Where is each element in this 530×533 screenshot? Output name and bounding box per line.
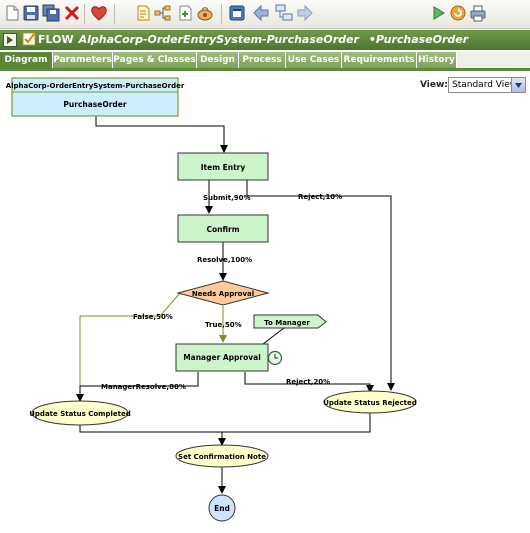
connector-to-manager[interactable]	[262, 327, 285, 345]
clock-icon	[267, 350, 283, 366]
restore-window-icon[interactable]	[228, 4, 246, 22]
start-title: AlphaCorp-OrderEntrySystem-PurchaseOrder	[6, 82, 185, 90]
assignment-item-entry[interactable]: Item Entry	[177, 152, 269, 181]
tab-requirements[interactable]: Requirements	[342, 52, 417, 68]
submit-label: Submit,90%	[203, 194, 251, 202]
printer-icon[interactable]	[469, 4, 487, 22]
tab-process[interactable]: Process	[239, 52, 286, 68]
end-label: End	[214, 504, 230, 513]
document-properties-icon[interactable]	[134, 4, 152, 22]
resolve-label: Resolve,100%	[197, 256, 252, 264]
heart-icon[interactable]	[90, 4, 108, 22]
assignment-manager-approval[interactable]: Manager Approval	[175, 343, 269, 372]
add-page-icon[interactable]	[176, 4, 194, 22]
tab-design[interactable]: Design	[197, 52, 239, 68]
start-subtitle: PurchaseOrder	[63, 100, 126, 109]
connector-completed-to-note[interactable]	[79, 425, 226, 446]
tab-history[interactable]: History	[417, 52, 457, 68]
tab-diagram[interactable]: Diagram	[0, 52, 53, 68]
confirm-label: Confirm	[206, 225, 239, 234]
toolbar	[0, 0, 530, 29]
needs-approval-label: Needs Approval	[192, 290, 254, 298]
collapse-toggle-icon[interactable]	[3, 33, 17, 47]
assignment-confirm[interactable]: Confirm	[177, 214, 269, 243]
toolbar-separator	[84, 4, 85, 24]
reject-10-label: Reject,10%	[298, 193, 342, 201]
end-shape[interactable]: End	[208, 494, 236, 522]
router-to-manager[interactable]: To Manager	[253, 314, 327, 329]
reject-20-label: Reject,20%	[286, 378, 330, 386]
delete-x-icon[interactable]	[63, 4, 81, 22]
class-name: •PurchaseOrder	[368, 33, 469, 46]
flow-diagram-canvas: AlphaCorp-OrderEntrySystem-PurchaseOrder…	[0, 71, 530, 529]
refresh-icon[interactable]	[449, 4, 467, 22]
flow-name: AlphaCorp-OrderEntrySystem-PurchaseOrder	[78, 33, 359, 46]
forward-arrow-icon[interactable]	[296, 4, 314, 22]
save-icon[interactable]	[22, 4, 40, 22]
start-shape[interactable]: AlphaCorp-OrderEntrySystem-PurchaseOrder…	[6, 77, 185, 117]
connector-start-to-item-entry[interactable]	[95, 116, 228, 153]
update-completed-label: Update Status Completed	[29, 410, 131, 418]
manager-resolve-label: ManagerResolve,80%	[101, 383, 186, 391]
connector-rejected-to-note[interactable]	[222, 413, 371, 433]
toolbar-separator	[221, 4, 222, 24]
true-50-label: True,50%	[205, 321, 242, 329]
back-arrow-icon[interactable]	[252, 4, 270, 22]
tab-use-cases[interactable]: Use Cases	[286, 52, 342, 68]
false-50-label: False,50%	[133, 313, 173, 321]
utility-set-confirmation-note[interactable]: Set Confirmation Note	[175, 444, 269, 468]
tab-bar: Diagram Parameters Pages & Classes Desig…	[0, 52, 530, 71]
set-confirmation-label: Set Confirmation Note	[178, 453, 266, 461]
play-icon[interactable]	[429, 4, 447, 22]
decision-needs-approval[interactable]: Needs Approval	[176, 280, 270, 306]
pot-icon[interactable]	[196, 4, 214, 22]
utility-update-status-rejected[interactable]: Update Status Rejected	[323, 390, 417, 414]
toolbar-separator	[114, 4, 115, 24]
tab-pages-classes[interactable]: Pages & Classes	[113, 52, 197, 68]
hierarchy-icon[interactable]	[154, 4, 172, 22]
rule-type-label: FLOW	[38, 33, 74, 46]
new-document-icon[interactable]	[3, 4, 21, 22]
save-all-icon[interactable]	[42, 4, 60, 22]
to-manager-label: To Manager	[264, 319, 310, 327]
layout-icon[interactable]	[275, 4, 293, 22]
utility-update-status-completed[interactable]: Update Status Completed	[29, 400, 131, 426]
manager-approval-label: Manager Approval	[183, 353, 261, 362]
flow-title: FLOW AlphaCorp-OrderEntrySystem-PurchaseO…	[38, 30, 468, 50]
item-entry-label: Item Entry	[201, 163, 246, 172]
flow-diagram: AlphaCorp-OrderEntrySystem-PurchaseOrder…	[6, 77, 417, 522]
update-rejected-label: Update Status Rejected	[323, 399, 417, 407]
checked-out-checkbox-icon[interactable]	[22, 32, 36, 46]
tab-parameters[interactable]: Parameters	[53, 52, 113, 68]
flow-title-bar: FLOW AlphaCorp-OrderEntrySystem-PurchaseO…	[0, 30, 530, 50]
